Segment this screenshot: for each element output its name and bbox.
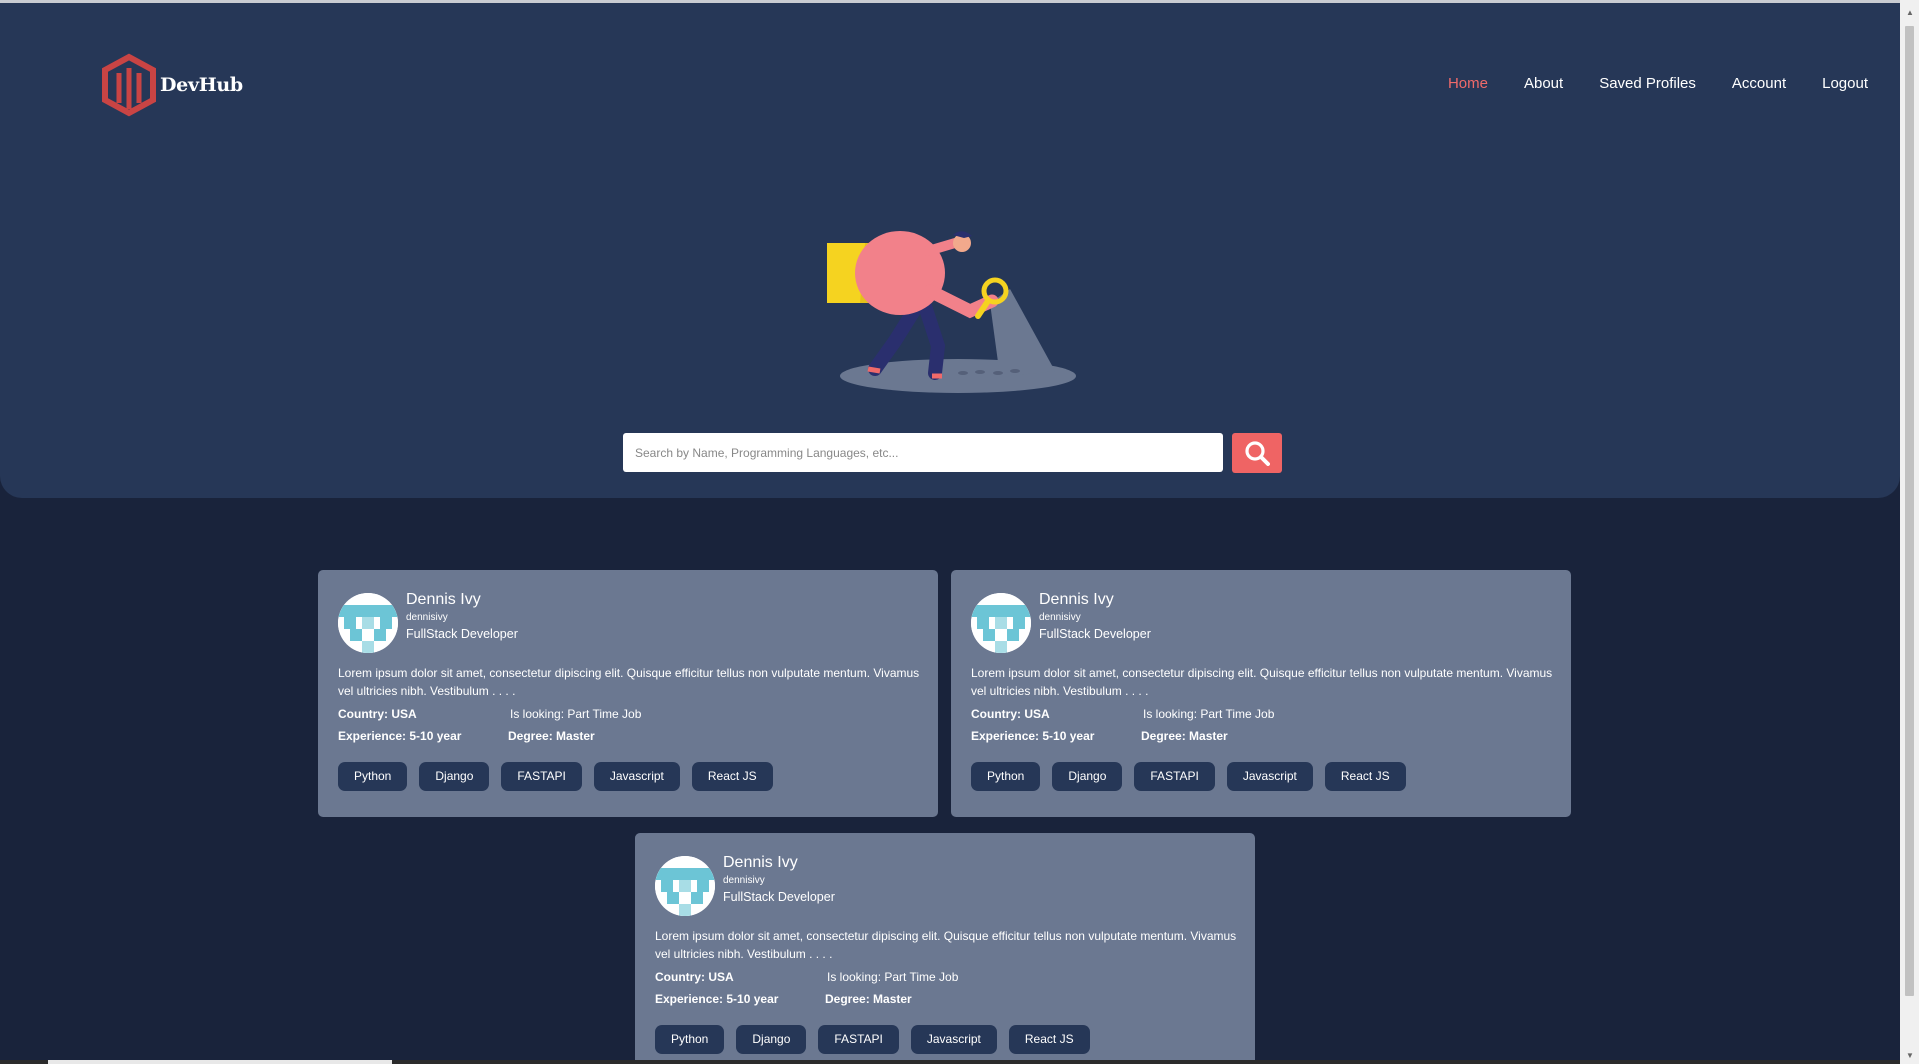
- profile-experience: Experience: 5-10 year: [971, 729, 1095, 743]
- profile-meta-row-1: Country: USA Is looking: Part Time Job: [338, 706, 918, 722]
- vertical-scrollbar[interactable]: ▲ ▼: [1900, 0, 1919, 1064]
- profile-description: Lorem ipsum dolor sit amet, consectetur …: [655, 929, 1237, 961]
- skill-tag[interactable]: Javascript: [910, 1025, 997, 1054]
- skill-tag[interactable]: React JS: [1324, 762, 1406, 791]
- skill-tag[interactable]: FASTAPI: [818, 1025, 899, 1054]
- profile-looking: Is looking: Part Time Job: [827, 970, 959, 984]
- profile-card[interactable]: Dennis Ivy dennisivy FullStack Developer…: [951, 570, 1571, 817]
- skill-tag[interactable]: Django: [736, 1025, 807, 1054]
- profile-meta-row-1: Country: USA Is looking: Part Time Job: [971, 706, 1551, 722]
- profile-meta-row-2: Experience: 5-10 year Degree: Master: [338, 728, 918, 744]
- profile-name[interactable]: Dennis Ivy: [406, 590, 518, 610]
- skill-tag[interactable]: Python: [655, 1025, 725, 1054]
- logo-text: DevHub: [160, 74, 243, 96]
- skill-tag[interactable]: Python: [971, 762, 1041, 791]
- search-icon: [1245, 441, 1270, 466]
- profile-experience: Experience: 5-10 year: [338, 729, 462, 743]
- scroll-down-icon[interactable]: ▼: [1906, 1051, 1914, 1060]
- avatar-image: [655, 856, 715, 916]
- profile-country: Country: USA: [338, 707, 417, 721]
- nav-account[interactable]: Account: [1732, 75, 1786, 92]
- nav-logout[interactable]: Logout: [1822, 75, 1868, 92]
- profile-description: Lorem ipsum dolor sit amet, consectetur …: [338, 666, 920, 698]
- profile-name[interactable]: Dennis Ivy: [1039, 590, 1151, 610]
- horizontal-scroll-thumb[interactable]: [48, 1060, 392, 1064]
- profile-header: Dennis Ivy dennisivy FullStack Developer: [338, 590, 918, 653]
- avatar[interactable]: [655, 856, 715, 916]
- nav-about[interactable]: About: [1524, 75, 1563, 92]
- main-nav: Home About Saved Profiles Account Logout: [1448, 75, 1868, 92]
- profile-title: FullStack Developer: [723, 890, 835, 904]
- logo[interactable]: DevHub: [100, 53, 243, 117]
- avatar[interactable]: [338, 593, 398, 653]
- avatar[interactable]: [971, 593, 1031, 653]
- profile-username: dennisivy: [723, 875, 765, 886]
- profile-username: dennisivy: [1039, 612, 1081, 623]
- profile-info: Dennis Ivy dennisivy FullStack Developer: [406, 590, 518, 643]
- search-input[interactable]: [623, 433, 1223, 472]
- profile-username: dennisivy: [406, 612, 448, 623]
- profile-card[interactable]: Dennis Ivy dennisivy FullStack Developer…: [318, 570, 938, 817]
- nav-home[interactable]: Home: [1448, 75, 1488, 92]
- profile-country: Country: USA: [655, 970, 734, 984]
- nav-saved-profiles[interactable]: Saved Profiles: [1599, 75, 1696, 92]
- profile-name[interactable]: Dennis Ivy: [723, 853, 835, 873]
- skill-tag[interactable]: FASTAPI: [501, 762, 582, 791]
- avatar-image: [971, 593, 1031, 653]
- hero-header: DevHub Home About Saved Profiles Account…: [0, 3, 1900, 498]
- profile-title: FullStack Developer: [1039, 627, 1151, 641]
- vertical-scroll-thumb[interactable]: [1905, 26, 1914, 996]
- profile-country: Country: USA: [971, 707, 1050, 721]
- profile-card[interactable]: Dennis Ivy dennisivy FullStack Developer…: [635, 833, 1255, 1064]
- scroll-up-icon[interactable]: ▲: [1906, 8, 1914, 17]
- search-illustration: [827, 231, 1076, 393]
- skill-tag[interactable]: FASTAPI: [1134, 762, 1215, 791]
- profile-header: Dennis Ivy dennisivy FullStack Developer: [655, 853, 1235, 916]
- profile-experience: Experience: 5-10 year: [655, 992, 779, 1006]
- profile-meta-row-1: Country: USA Is looking: Part Time Job: [655, 969, 1235, 985]
- profile-info: Dennis Ivy dennisivy FullStack Developer: [723, 853, 835, 906]
- profile-degree: Degree: Master: [508, 729, 595, 743]
- skill-tag[interactable]: Javascript: [593, 762, 680, 791]
- skill-tag[interactable]: Python: [338, 762, 408, 791]
- profile-looking: Is looking: Part Time Job: [1143, 707, 1275, 721]
- profile-looking: Is looking: Part Time Job: [510, 707, 642, 721]
- profile-degree: Degree: Master: [825, 992, 912, 1006]
- profile-description: Lorem ipsum dolor sit amet, consectetur …: [971, 666, 1553, 698]
- skill-tags: Python Django FASTAPI Javascript React J…: [655, 1025, 1235, 1054]
- profile-title: FullStack Developer: [406, 627, 518, 641]
- search-button[interactable]: [1232, 433, 1282, 473]
- skill-tags: Python Django FASTAPI Javascript React J…: [338, 762, 918, 791]
- profile-meta-row-2: Experience: 5-10 year Degree: Master: [655, 991, 1235, 1007]
- skill-tag[interactable]: Django: [419, 762, 490, 791]
- skill-tag[interactable]: Javascript: [1226, 762, 1313, 791]
- skill-tag[interactable]: Django: [1052, 762, 1123, 791]
- profile-header: Dennis Ivy dennisivy FullStack Developer: [971, 590, 1551, 653]
- skill-tag[interactable]: React JS: [691, 762, 773, 791]
- profile-info: Dennis Ivy dennisivy FullStack Developer: [1039, 590, 1151, 643]
- hexagon-logo-icon: [102, 53, 156, 117]
- profile-meta-row-2: Experience: 5-10 year Degree: Master: [971, 728, 1551, 744]
- avatar-image: [338, 593, 398, 653]
- horizontal-scrollbar[interactable]: [0, 1060, 1900, 1064]
- skill-tag[interactable]: React JS: [1008, 1025, 1090, 1054]
- profile-degree: Degree: Master: [1141, 729, 1228, 743]
- search-bar: [623, 433, 1282, 473]
- skill-tags: Python Django FASTAPI Javascript React J…: [971, 762, 1551, 791]
